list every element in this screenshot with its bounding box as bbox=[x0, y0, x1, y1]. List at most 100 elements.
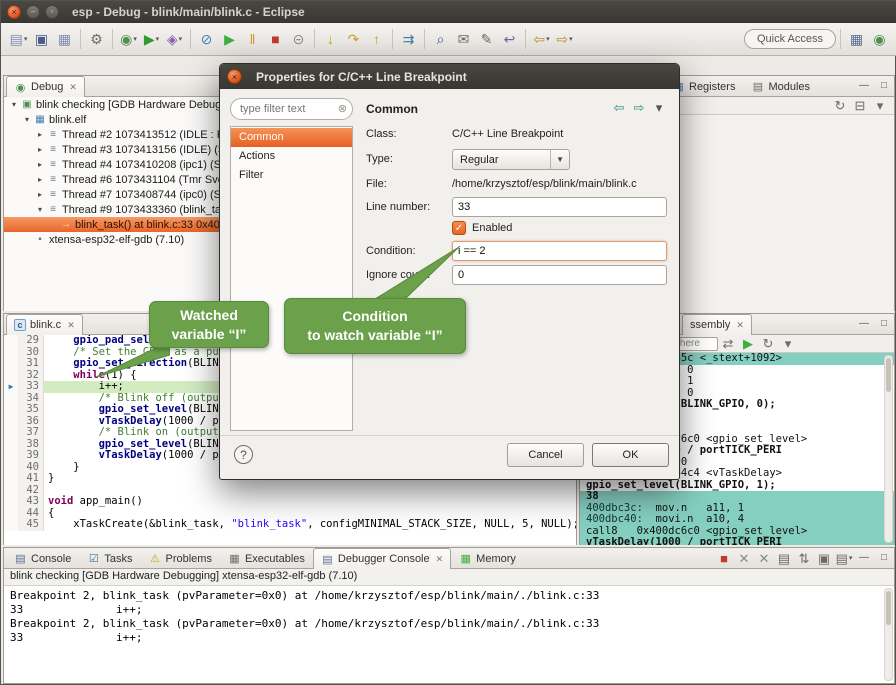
type-dropdown[interactable]: Regular ▼ bbox=[452, 149, 570, 170]
tab-debug[interactable]: ◉ Debug ✕ bbox=[6, 76, 85, 97]
tab-executables[interactable]: ▦Executables bbox=[220, 548, 313, 568]
step-over-icon[interactable]: ↷ bbox=[342, 28, 365, 51]
build-icon[interactable]: ⚙ bbox=[85, 28, 108, 51]
expander-icon[interactable]: ▾ bbox=[34, 205, 46, 214]
window-minimize-button[interactable]: – bbox=[26, 5, 40, 19]
back-icon[interactable]: ⇦▾ bbox=[530, 28, 553, 51]
remove-launch-icon[interactable]: ✕ bbox=[734, 548, 754, 568]
window-close-button[interactable]: × bbox=[7, 5, 21, 19]
terminate-icon[interactable]: ■ bbox=[264, 28, 287, 51]
window-title: esp - Debug - blink/main/blink.c - Eclip… bbox=[72, 5, 305, 19]
profile-icon[interactable]: ◈▾ bbox=[163, 28, 186, 51]
category-item-common[interactable]: Common bbox=[231, 128, 352, 147]
open-console-icon[interactable]: ▤▾ bbox=[834, 548, 854, 568]
pin-console-icon[interactable]: ▣ bbox=[814, 548, 834, 568]
enabled-checkbox[interactable]: ✓ bbox=[452, 221, 466, 235]
instruction-stepping-icon[interactable]: ⇉ bbox=[397, 28, 420, 51]
ignore-count-input[interactable] bbox=[452, 265, 667, 285]
condition-input[interactable] bbox=[452, 241, 667, 261]
ok-button[interactable]: OK bbox=[592, 443, 669, 467]
view-menu-icon[interactable]: ▾ bbox=[870, 96, 890, 116]
clear-console-icon[interactable]: ▤ bbox=[774, 548, 794, 568]
forward-icon[interactable]: ⇨ bbox=[629, 97, 649, 117]
save-all-icon[interactable]: ▦ bbox=[53, 28, 76, 51]
refresh-icon[interactable]: ↻ bbox=[830, 96, 850, 116]
nav-menu-icon[interactable]: ▾ bbox=[649, 97, 669, 117]
annotation-icon[interactable]: ✉ bbox=[452, 28, 475, 51]
expander-icon[interactable]: ▸ bbox=[34, 130, 46, 139]
save-icon[interactable]: ▣ bbox=[30, 28, 53, 51]
tab-problems[interactable]: ⚠Problems bbox=[140, 548, 219, 568]
scrollbar[interactable] bbox=[884, 588, 893, 681]
code-line[interactable]: 45 xTaskCreate(&blink_task, "blink_task"… bbox=[4, 519, 576, 531]
file-label: File: bbox=[366, 178, 387, 190]
category-item-filter[interactable]: Filter bbox=[231, 166, 352, 185]
back-icon[interactable]: ⇦ bbox=[609, 97, 629, 117]
tab-tasks[interactable]: ☑Tasks bbox=[79, 548, 140, 568]
tab-memory[interactable]: ▦Memory bbox=[451, 548, 524, 568]
close-icon[interactable]: ✕ bbox=[67, 320, 75, 331]
new-wizard-icon[interactable]: ▤▾ bbox=[7, 28, 30, 51]
window-maximize-button[interactable]: ▫ bbox=[45, 5, 59, 19]
tab-disassembly[interactable]: ssembly ✕ bbox=[682, 314, 752, 335]
view-menu-icon[interactable]: ▾ bbox=[778, 334, 798, 354]
open-perspective-icon[interactable]: ▦ bbox=[845, 28, 868, 51]
expander-icon[interactable]: ▾ bbox=[8, 100, 20, 109]
sync-selection-icon[interactable]: ⇄ bbox=[718, 334, 738, 354]
maximize-icon[interactable]: □ bbox=[874, 314, 894, 334]
filter-input[interactable] bbox=[230, 98, 353, 120]
tab-debugger-console[interactable]: ▤Debugger Console✕ bbox=[313, 548, 451, 569]
code-line[interactable]: 43void app_main() bbox=[4, 496, 576, 508]
close-icon[interactable]: ✕ bbox=[69, 82, 77, 93]
remove-all-launches-icon[interactable]: ✕ bbox=[754, 548, 774, 568]
dialog-close-button[interactable]: × bbox=[227, 69, 242, 84]
tab-modules[interactable]: ▤Modules bbox=[743, 76, 818, 96]
perspective-debug-icon[interactable]: ◉ bbox=[868, 28, 891, 51]
terminate-icon[interactable]: ■ bbox=[714, 548, 734, 568]
forward-icon[interactable]: ⇨▾ bbox=[553, 28, 576, 51]
tab-console[interactable]: ▤Console bbox=[6, 548, 79, 568]
minimize-icon[interactable]: — bbox=[854, 548, 874, 568]
tab-blink-c[interactable]: c blink.c ✕ bbox=[6, 314, 83, 335]
console-output[interactable]: Breakpoint 2, blink_task (pvParameter=0x… bbox=[4, 586, 894, 683]
skip-breakpoints-icon[interactable]: ⊘ bbox=[195, 28, 218, 51]
search-icon[interactable]: ⌕ bbox=[429, 28, 452, 51]
show-pc-icon[interactable]: ▶ bbox=[738, 334, 758, 354]
maximize-icon[interactable]: □ bbox=[874, 76, 894, 96]
expander-icon[interactable]: ▸ bbox=[34, 160, 46, 169]
scrollbar[interactable] bbox=[884, 355, 893, 543]
run-icon[interactable]: ▶▾ bbox=[140, 28, 163, 51]
scroll-lock-icon[interactable]: ⇅ bbox=[794, 548, 814, 568]
asm-line[interactable]: gpio_set_level(BLINK_GPIO, 1); bbox=[580, 480, 894, 492]
expander-icon[interactable]: ▸ bbox=[34, 190, 46, 199]
minimize-icon[interactable]: — bbox=[854, 314, 874, 334]
problems-icon: ⚠ bbox=[148, 552, 161, 565]
disconnect-icon[interactable]: ⊝ bbox=[287, 28, 310, 51]
console-line: 33 i++; bbox=[10, 631, 888, 645]
line-number-input[interactable] bbox=[452, 197, 667, 217]
expander-icon[interactable]: ▸ bbox=[34, 175, 46, 184]
cancel-button[interactable]: Cancel bbox=[507, 443, 584, 467]
asm-line[interactable]: vTaskDelay(1000 / portTICK_PERI bbox=[580, 537, 894, 545]
resume-icon[interactable]: ▶ bbox=[218, 28, 241, 51]
edit-icon[interactable]: ✎ bbox=[475, 28, 498, 51]
close-icon[interactable]: ✕ bbox=[436, 554, 444, 565]
help-button[interactable]: ? bbox=[234, 445, 253, 464]
callout-arrow bbox=[373, 245, 459, 301]
suspend-icon[interactable]: ‖ bbox=[241, 28, 264, 51]
expander-icon[interactable]: ▸ bbox=[34, 145, 46, 154]
debug-icon[interactable]: ◉▾ bbox=[117, 28, 140, 51]
refresh-icon[interactable]: ↻ bbox=[758, 334, 778, 354]
quick-access-button[interactable]: Quick Access bbox=[744, 29, 836, 49]
step-into-icon[interactable]: ↓ bbox=[319, 28, 342, 51]
last-edit-icon[interactable]: ↩ bbox=[498, 28, 521, 51]
close-icon[interactable]: ✕ bbox=[736, 320, 744, 331]
collapse-all-icon[interactable]: ⊟ bbox=[850, 96, 870, 116]
line-number-label: Line number: bbox=[366, 201, 430, 213]
clear-filter-icon[interactable]: ⊗ bbox=[338, 102, 347, 115]
expander-icon[interactable]: ▾ bbox=[21, 115, 33, 124]
step-return-icon[interactable]: ↑ bbox=[365, 28, 388, 51]
minimize-icon[interactable]: — bbox=[854, 76, 874, 96]
category-item-actions[interactable]: Actions bbox=[231, 147, 352, 166]
maximize-icon[interactable]: □ bbox=[874, 548, 894, 568]
